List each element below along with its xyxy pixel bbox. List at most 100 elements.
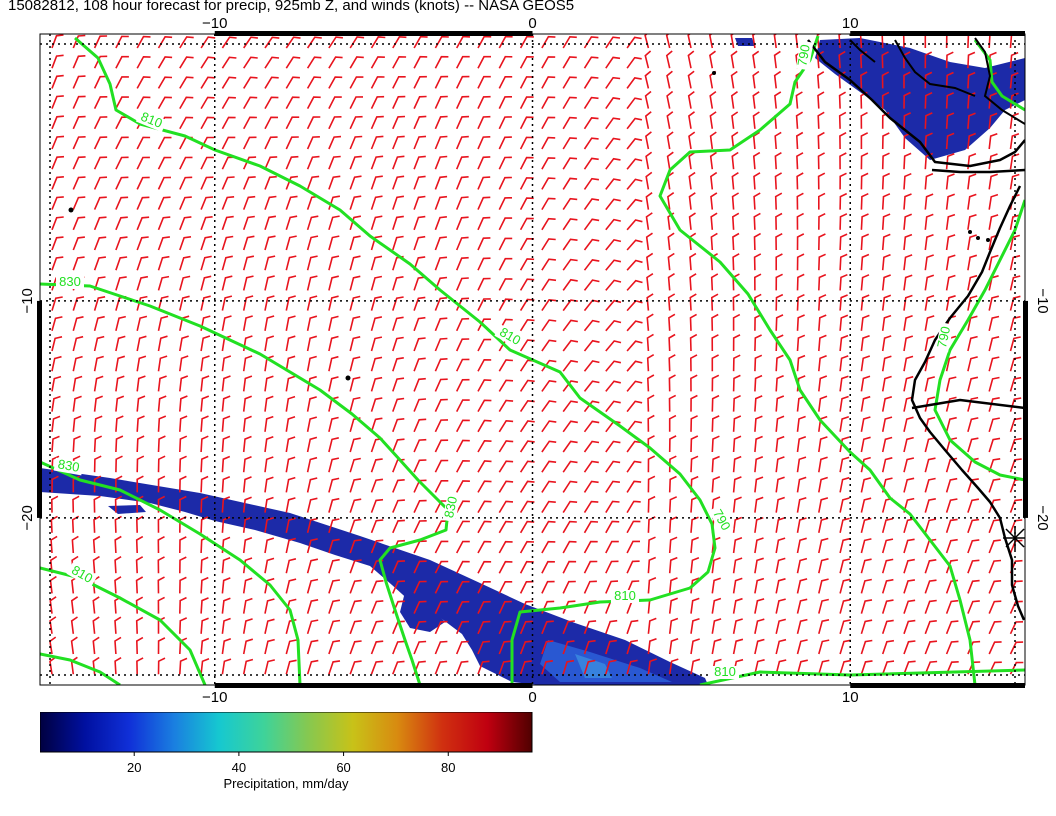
wind-barb <box>817 172 826 190</box>
wind-barb <box>179 196 192 210</box>
wind-barb <box>541 217 556 231</box>
wind-barb <box>71 515 80 533</box>
wind-barb <box>818 537 829 554</box>
wind-barb <box>988 315 1000 331</box>
wind-barb <box>328 235 340 251</box>
wind-barb <box>242 476 252 493</box>
wind-barb <box>242 136 257 150</box>
wind-barb <box>818 619 830 635</box>
wind-barb <box>1009 519 1023 534</box>
wind-barb <box>924 579 937 594</box>
wind-barb <box>732 293 740 311</box>
wind-barb <box>1009 498 1023 513</box>
wind-barb <box>392 479 405 493</box>
wind-barb <box>796 578 808 594</box>
wind-barb <box>306 558 319 574</box>
wind-barb <box>754 618 765 634</box>
wind-barb <box>647 637 657 655</box>
wind-barb <box>498 96 513 109</box>
wind-barb <box>136 136 151 150</box>
wind-barb <box>988 437 1001 453</box>
wind-barb <box>179 176 193 190</box>
wind-barb <box>498 116 512 130</box>
wind-barb <box>562 440 578 453</box>
wind-barb <box>903 579 916 594</box>
wind-barb <box>157 415 167 432</box>
wind-barb <box>775 456 785 473</box>
wind-barb <box>115 55 129 69</box>
wind-barb <box>477 560 492 574</box>
wind-barb <box>644 70 652 89</box>
wind-barb <box>688 131 696 150</box>
wind-barb <box>51 256 64 271</box>
wind-barb <box>775 354 784 372</box>
wind-barb <box>1032 114 1041 129</box>
wind-barb <box>1032 622 1045 634</box>
wind-barb <box>903 457 915 473</box>
wind-barb <box>370 36 386 49</box>
wind-barb <box>732 597 743 614</box>
wind-barb <box>477 500 492 513</box>
wind-barb <box>93 176 108 190</box>
wind-barb <box>498 156 512 170</box>
wind-barb <box>860 558 872 574</box>
wind-barb <box>690 557 700 574</box>
wind-barb <box>903 558 915 574</box>
wind-barb <box>370 498 384 513</box>
wind-barb <box>1009 437 1022 453</box>
lon-tick-label: 10 <box>842 689 859 706</box>
wind-barb <box>200 196 214 210</box>
wind-barb <box>221 76 237 89</box>
wind-barb <box>221 355 232 372</box>
wind-barb <box>477 358 492 372</box>
wind-barb <box>860 477 872 493</box>
wind-barb <box>264 175 277 190</box>
wind-barb <box>732 516 742 533</box>
wind-barb <box>732 253 740 271</box>
wind-barb <box>626 137 643 150</box>
wind-barb <box>774 172 782 190</box>
wind-barb <box>626 520 641 534</box>
wind-barb <box>988 620 1002 635</box>
wind-barb <box>434 95 448 109</box>
wind-barb <box>924 477 936 493</box>
wind-barb <box>242 395 252 412</box>
wind-barb <box>50 495 59 513</box>
wind-barb <box>328 56 343 69</box>
wind-barb <box>264 136 278 150</box>
wind-barb <box>709 131 717 150</box>
wind-barb <box>370 195 383 210</box>
wind-barb <box>136 395 146 412</box>
wind-barb <box>285 96 300 109</box>
wind-barb <box>562 359 579 372</box>
wind-barb <box>945 295 956 311</box>
wind-barb <box>434 640 448 655</box>
wind-barb <box>157 56 173 69</box>
wind-barb <box>221 235 234 251</box>
wind-barb <box>860 639 873 655</box>
wind-barb <box>732 394 741 412</box>
wind-barb <box>988 295 999 311</box>
wind-barb <box>285 235 297 251</box>
wind-barb <box>413 195 426 210</box>
wind-barb <box>200 216 213 231</box>
wind-barb <box>647 577 657 594</box>
wind-barb <box>328 457 340 473</box>
wind-barb <box>881 457 893 473</box>
wind-barb <box>349 579 362 594</box>
wind-barb <box>881 517 893 534</box>
wind-barb <box>136 335 147 352</box>
wind-barb <box>754 456 764 473</box>
wind-barb <box>605 340 622 352</box>
wind-barb <box>477 480 492 493</box>
wind-barb <box>328 558 340 574</box>
wind-barb <box>519 96 534 109</box>
wind-barb <box>392 336 404 352</box>
wind-barb <box>349 478 362 493</box>
wind-barb <box>626 77 642 89</box>
wind-barb <box>818 558 829 574</box>
wind-barb <box>413 215 426 231</box>
wind-barb <box>498 399 514 413</box>
wind-barb <box>498 237 513 251</box>
wind-barb <box>51 296 63 311</box>
